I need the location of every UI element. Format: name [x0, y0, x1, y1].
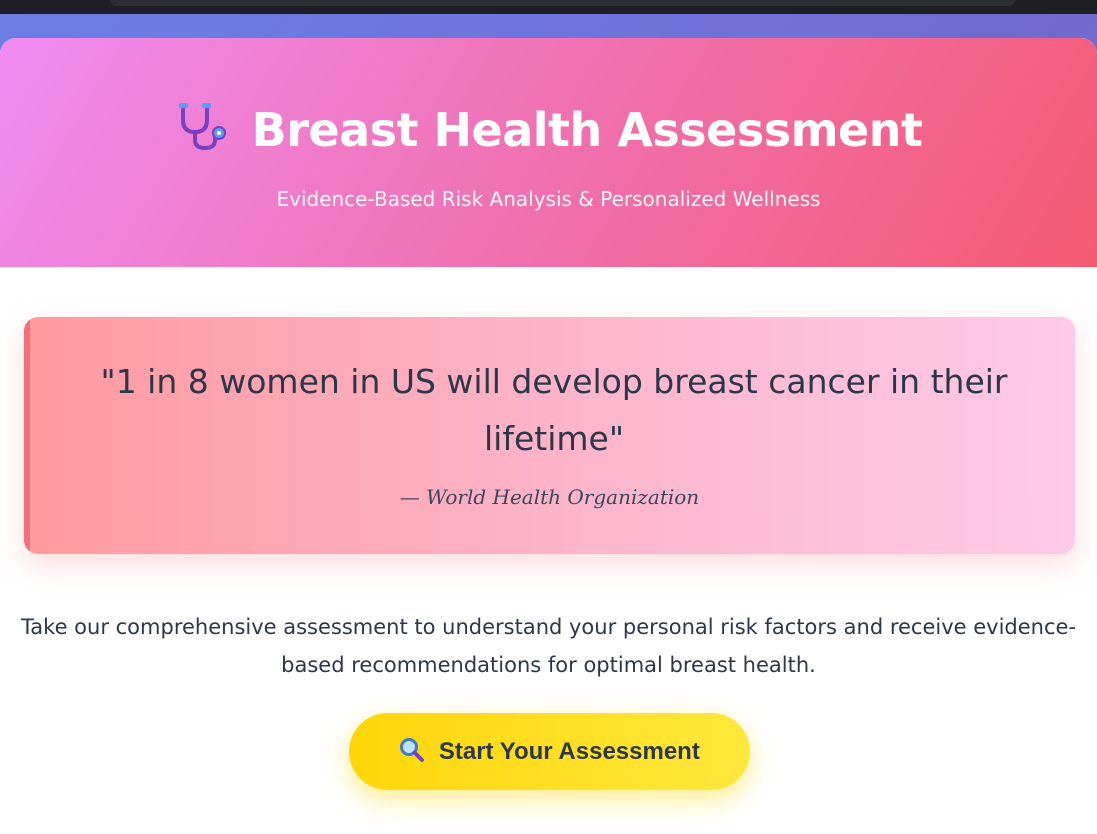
- hero-header: Breast Health Assessment Evidence-Based …: [0, 38, 1097, 267]
- start-assessment-label: Start Your Assessment: [438, 738, 700, 765]
- browser-toolbar: [0, 0, 1097, 14]
- magnifier-icon: [399, 737, 425, 763]
- intro-paragraph: Take our comprehensive assessment to und…: [20, 615, 1077, 677]
- page-subtitle: Evidence-Based Risk Analysis & Personali…: [276, 187, 821, 211]
- page-title: Breast Health Assessment: [251, 103, 923, 157]
- statistic-quote: "1 in 8 women in US will develop breast …: [24, 317, 1075, 554]
- stethoscope-icon: [175, 98, 231, 154]
- hero-title-row: Breast Health Assessment: [0, 102, 1097, 158]
- quote-accent-bar: [24, 317, 30, 554]
- assessment-card: Breast Health Assessment Evidence-Based …: [0, 38, 1097, 834]
- start-assessment-button[interactable]: Start Your Assessment: [349, 713, 750, 790]
- address-bar[interactable]: [110, 0, 1015, 6]
- quote-source: — World Health Organization: [399, 485, 700, 509]
- quote-text: "1 in 8 women in US will develop breast …: [100, 362, 1008, 458]
